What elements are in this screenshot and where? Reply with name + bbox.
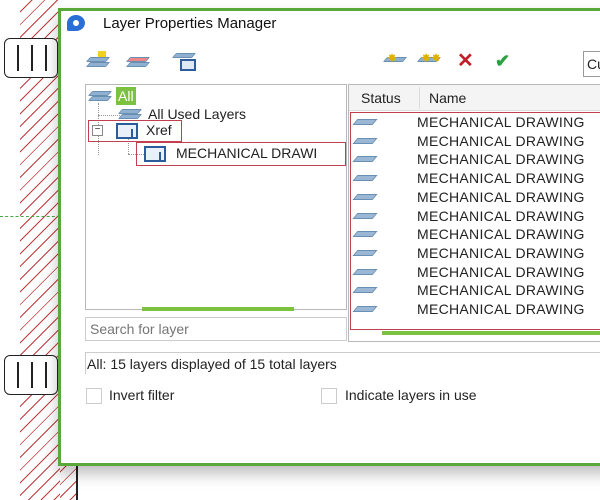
new-property-filter-icon[interactable] <box>85 51 112 73</box>
highlight-box <box>136 142 346 166</box>
column-header-status[interactable]: Status <box>361 90 401 106</box>
indicate-layers-in-use-label[interactable]: Indicate layers in use <box>345 387 477 403</box>
invert-filter-label[interactable]: Invert filter <box>109 387 174 403</box>
delete-layer-icon[interactable]: ✕ <box>457 51 474 71</box>
new-group-filter-icon[interactable] <box>125 53 152 73</box>
scroll-indicator <box>382 331 600 335</box>
window-title: Layer Properties Manager <box>103 15 277 32</box>
highlight-box <box>88 120 182 142</box>
status-bar: All: 15 layers displayed of 15 total lay… <box>85 352 600 374</box>
invert-filter-checkbox[interactable] <box>86 388 102 404</box>
layer-states-manager-icon[interactable] <box>171 53 198 73</box>
bolt-shape <box>4 38 58 78</box>
autocad-app-icon <box>67 15 85 31</box>
current-layer-field[interactable]: Cu <box>583 51 600 77</box>
layer-list-panel: Status Name MECHANICAL DRAWING MECHANICAL… <box>348 84 600 342</box>
bolt-shape <box>4 355 58 395</box>
filter-tree-panel: All All Used Layers − Xref MECHANICAL DR… <box>85 84 347 311</box>
highlight-box <box>350 112 600 330</box>
indicate-layers-in-use-checkbox[interactable] <box>321 388 337 404</box>
column-header-name[interactable]: Name <box>429 90 466 106</box>
hatch-pattern <box>60 460 78 500</box>
new-layer-vp-frozen-icon[interactable]: ✸✸ <box>416 51 443 71</box>
scroll-indicator <box>142 307 294 311</box>
center-line <box>0 216 60 217</box>
layer-properties-manager-window: Layer Properties Manager ✸ ✸✸ ✕ ✔ Cu All… <box>58 8 600 466</box>
all-filter-icon <box>87 91 113 105</box>
column-separator <box>419 87 420 109</box>
search-layer-input[interactable] <box>85 317 347 341</box>
new-layer-icon[interactable]: ✸ <box>382 51 409 71</box>
set-current-icon[interactable]: ✔ <box>495 51 510 71</box>
tree-item-all[interactable]: All <box>116 87 136 105</box>
